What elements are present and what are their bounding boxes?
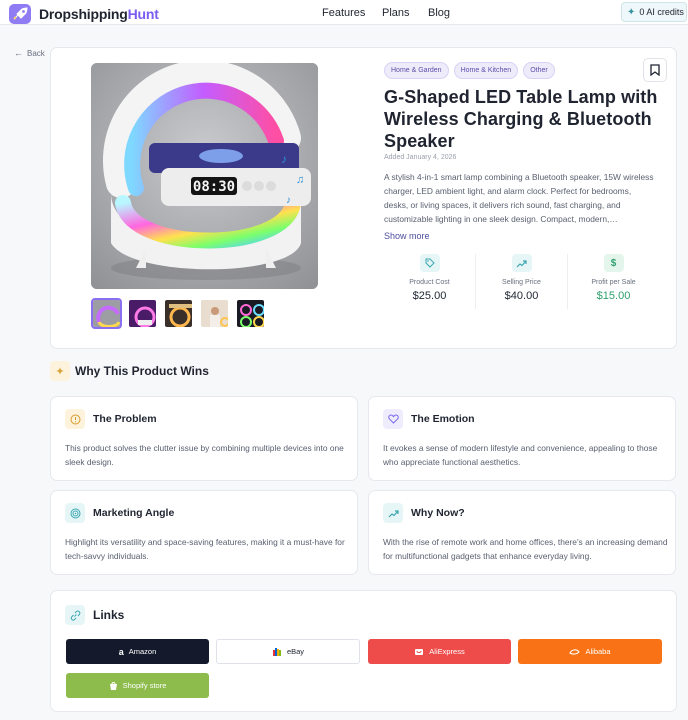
card-title: The Emotion (411, 413, 475, 425)
nav-plans[interactable]: Plans (382, 7, 410, 19)
card-text: It evokes a sense of modern lifestyle an… (383, 443, 658, 467)
arrow-left-icon: ← (14, 48, 23, 58)
button-label: Shopify store (122, 681, 167, 690)
thumbnail-4[interactable] (199, 298, 230, 329)
product-title: G-Shaped LED Table Lamp with Wireless Ch… (384, 87, 658, 151)
stat-label: Product Cost (409, 279, 450, 286)
stat-label: Profit per Sale (591, 279, 636, 286)
ai-credits-label: 0 AI credits (639, 7, 684, 17)
button-label: AliExpress (429, 647, 465, 656)
section-title: Why This Product Wins (75, 364, 209, 378)
thumbnail-2[interactable] (127, 298, 158, 329)
bookmark-icon (650, 64, 660, 76)
card-text: This product solves the clutter issue by… (65, 443, 344, 467)
card-text: Highlight its versatility and space-savi… (65, 537, 345, 561)
stat-profit: $ Profit per Sale $15.00 (568, 254, 659, 309)
stat-product-cost: Product Cost $25.00 (384, 254, 476, 309)
category-tag[interactable]: Home & Kitchen (453, 62, 519, 79)
thumbnail-5[interactable] (235, 298, 266, 329)
shopify-icon (109, 681, 117, 690)
stat-value: $25.00 (412, 290, 447, 302)
amazon-icon: a (118, 646, 124, 657)
alibaba-icon (569, 648, 581, 655)
section-title: Links (93, 608, 125, 622)
sparkle-icon: ✦ (50, 361, 70, 381)
alibaba-button[interactable]: Alibaba (518, 639, 662, 664)
price-stats: Product Cost $25.00 Selling Price $40.00… (384, 254, 659, 309)
ebay-button[interactable]: eBay (216, 639, 360, 664)
aliexpress-icon (415, 649, 424, 655)
button-label: Amazon (128, 647, 157, 656)
added-date: Added January 4, 2026 (384, 154, 457, 161)
stat-label: Selling Price (502, 279, 541, 286)
svg-text:♫: ♫ (296, 174, 304, 186)
top-navbar: DropshippingHunt Features Plans Blog ✦ 0… (0, 0, 688, 25)
rocket-icon (9, 4, 31, 24)
back-link[interactable]: ← Back (14, 48, 45, 58)
stat-selling-price: Selling Price $40.00 (476, 254, 568, 309)
svg-text:♪: ♪ (281, 152, 287, 166)
ai-credits-button[interactable]: ✦ 0 AI credits (621, 2, 687, 22)
lamp-image: 08:30 ♪ ♫ ♪ (91, 63, 318, 289)
brand-logo[interactable]: DropshippingHunt (8, 3, 159, 25)
heart-icon (383, 409, 403, 429)
nav-features[interactable]: Features (322, 7, 365, 19)
category-tag[interactable]: Home & Garden (384, 62, 449, 79)
trend-up-icon (511, 254, 532, 272)
bookmark-button[interactable] (643, 58, 667, 82)
svg-text:♪: ♪ (286, 195, 291, 206)
amazon-button[interactable]: a Amazon (66, 639, 209, 664)
sparkle-icon: ✦ (627, 6, 636, 18)
marketing-card: Marketing Angle Highlight its versatilit… (50, 490, 358, 575)
link-icon (65, 605, 85, 625)
target-icon (65, 503, 85, 523)
stat-value: $40.00 (504, 290, 539, 302)
brand-name: DropshippingHunt (39, 6, 159, 22)
back-label: Back (27, 48, 45, 58)
nav-blog[interactable]: Blog (428, 7, 450, 19)
dollar-icon: $ (603, 254, 624, 272)
card-title: Marketing Angle (93, 507, 175, 519)
category-tags: Home & Garden Home & Kitchen Other (384, 62, 555, 79)
card-title: Why Now? (411, 507, 465, 519)
thumbnail-1[interactable] (91, 298, 122, 329)
alert-icon (65, 409, 85, 429)
aliexpress-button[interactable]: AliExpress (368, 639, 511, 664)
links-header: Links (65, 605, 124, 625)
ebay-icon (272, 647, 281, 656)
thumbnail-2-image (129, 300, 156, 327)
why-now-card: Why Now? With the rise of remote work an… (368, 490, 676, 575)
stat-value: $15.00 (596, 290, 631, 302)
show-more-link[interactable]: Show more (384, 231, 430, 241)
links-card: Links a Amazon eBay AliExpress Alibaba S… (50, 590, 677, 712)
button-label: eBay (286, 647, 305, 656)
category-tag[interactable]: Other (523, 62, 555, 79)
trend-up-icon (383, 503, 403, 523)
card-text: With the rise of remote work and home of… (383, 537, 668, 561)
thumbnail-4-image (201, 300, 228, 327)
emotion-card: The Emotion It evokes a sense of modern … (368, 396, 676, 481)
why-section-header: ✦ Why This Product Wins (50, 361, 209, 381)
product-card: 08:30 ♪ ♫ ♪ Home & Garden Home & Kitchen… (50, 47, 677, 349)
thumbnail-3[interactable] (163, 298, 194, 329)
product-main-image[interactable]: 08:30 ♪ ♫ ♪ (91, 63, 318, 289)
card-title: The Problem (93, 413, 157, 425)
product-description: A stylish 4-in-1 smart lamp combining a … (384, 172, 654, 224)
shopify-store-button[interactable]: Shopify store (66, 673, 209, 698)
thumbnail-5-image (237, 300, 264, 327)
tag-icon (419, 254, 440, 272)
clock-readout: 08:30 (193, 179, 235, 195)
button-label: Alibaba (585, 647, 611, 656)
thumbnail-3-image (165, 300, 192, 327)
problem-card: The Problem This product solves the clut… (50, 396, 358, 481)
thumbnail-1-image (93, 300, 120, 327)
thumbnail-strip (91, 298, 266, 329)
